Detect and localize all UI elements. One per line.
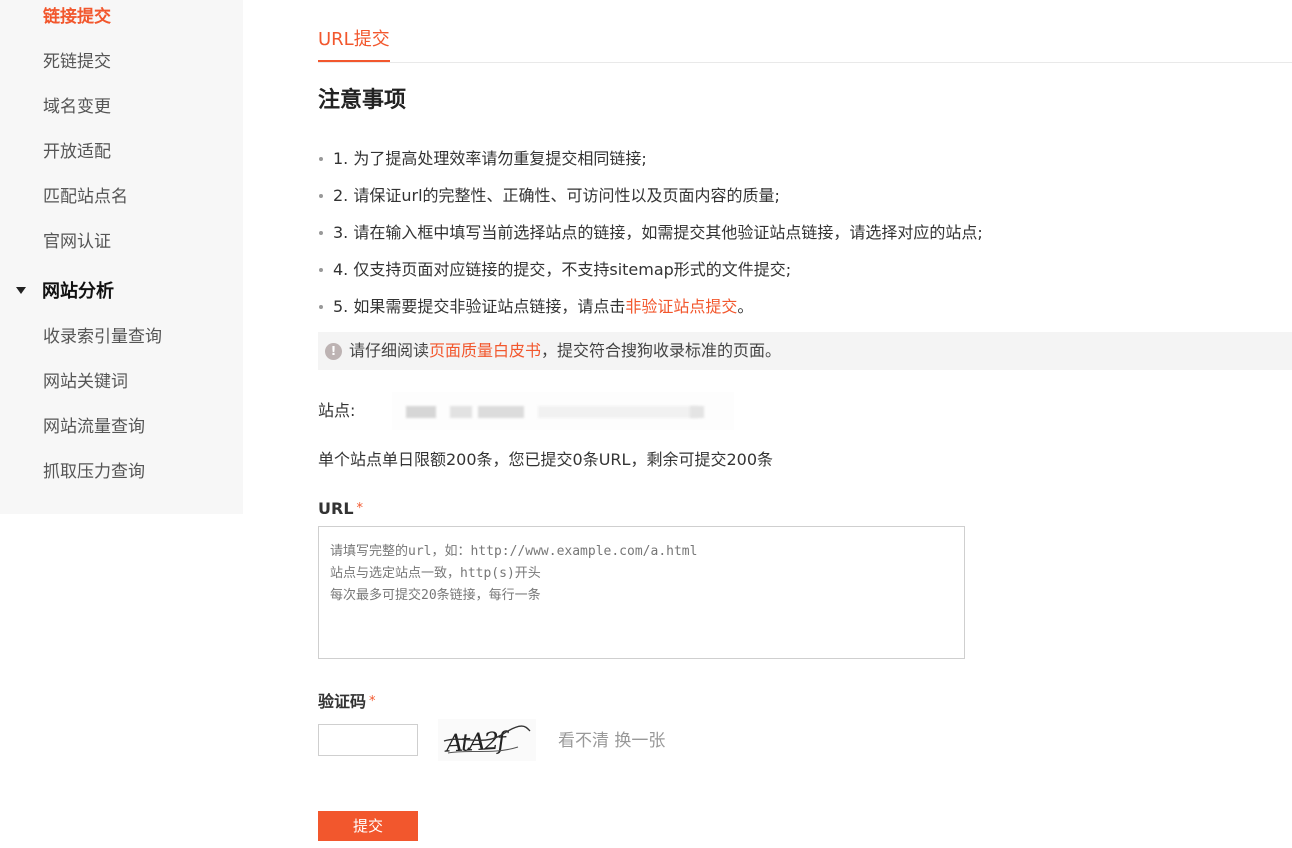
url-textarea[interactable] [330,541,953,644]
notice-item: 1. 为了提高处理效率请勿重复提交相同链接; [318,146,1292,183]
bullet-icon [319,305,323,309]
sidebar-group-site-analysis[interactable]: 网站分析 [16,280,114,304]
sidebar-item-open-adapt[interactable]: 开放适配 [43,140,111,164]
sidebar-item-crawl-pressure[interactable]: 抓取压力查询 [43,460,145,484]
sidebar-item-traffic-query[interactable]: 网站流量查询 [43,415,145,439]
redacted-block [450,406,472,418]
notice-text: 3. 请在输入框中填写当前选择站点的链接，如需提交其他验证站点链接，请选择对应的… [333,223,983,242]
quality-whitepaper-link[interactable]: 页面质量白皮书 [429,341,541,360]
redacted-block [538,406,698,418]
submit-button[interactable]: 提交 [318,811,418,841]
site-selector-redacted[interactable] [392,392,734,430]
sidebar: 链接提交 死链提交 域名变更 开放适配 匹配站点名 官网认证 网站分析 收录索引… [0,0,243,514]
bullet-icon [319,268,323,272]
notice-list: 1. 为了提高处理效率请勿重复提交相同链接; 2. 请保证url的完整性、正确性… [318,146,1292,331]
sidebar-item-keywords[interactable]: 网站关键词 [43,370,128,394]
notice-item: 2. 请保证url的完整性、正确性、可访问性以及页面内容的质量; [318,183,1292,220]
notice-text: 2. 请保证url的完整性、正确性、可访问性以及页面内容的质量; [333,186,780,205]
tab-url-submit[interactable]: URL提交 [318,28,390,62]
sidebar-item-domain-change[interactable]: 域名变更 [43,95,111,119]
quota-text: 单个站点单日限额200条，您已提交0条URL，剩余可提交200条 [318,450,774,469]
notice-item: 5. 如果需要提交非验证站点链接，请点击非验证站点提交。 [318,294,1292,331]
warning-icon: ! [325,343,342,360]
captcha-field-label: 验证码 * [318,690,376,714]
captcha-refresh-link[interactable]: 看不清 换一张 [558,728,665,754]
notice-text: 5. 如果需要提交非验证站点链接，请点击 [333,297,626,316]
notice-item: 4. 仅支持页面对应链接的提交，不支持sitemap形式的文件提交; [318,257,1292,294]
tip-bar: ! 请仔细阅读页面质量白皮书，提交符合搜狗收录标准的页面。 [318,332,1292,370]
sidebar-item-match-site-name[interactable]: 匹配站点名 [43,185,128,209]
url-label-text: URL [318,499,354,518]
tip-text: 请仔细阅读 [349,341,430,360]
redacted-block [406,406,436,418]
required-mark: * [369,694,376,709]
tip-text-suffix: ，提交符合搜狗收录标准的页面。 [541,341,782,360]
captcha-graphic: AtA2f [443,725,531,758]
required-mark: * [356,501,364,516]
url-field-label: URL * [318,497,363,521]
notice-title: 注意事项 [318,88,407,113]
caret-down-icon [16,286,26,294]
bullet-icon [319,157,323,161]
notice-item: 3. 请在输入框中填写当前选择站点的链接，如需提交其他验证站点链接，请选择对应的… [318,220,1292,257]
url-textarea-wrapper [318,526,965,659]
redacted-block [478,406,524,418]
notice-text: 1. 为了提高处理效率请勿重复提交相同链接; [333,149,647,168]
captcha-image[interactable]: AtA2f [438,719,536,761]
sidebar-group-label: 网站分析 [42,281,114,302]
captcha-text: AtA2f [443,726,511,757]
notice-text-suffix: 。 [737,297,754,316]
bullet-icon [319,231,323,235]
sidebar-item-dead-link-submit[interactable]: 死链提交 [43,50,111,74]
unverified-site-submit-link[interactable]: 非验证站点提交 [625,297,737,316]
captcha-label-text: 验证码 [318,692,367,711]
notice-text: 4. 仅支持页面对应链接的提交，不支持sitemap形式的文件提交; [333,260,792,279]
main-content: URL提交 注意事项 1. 为了提高处理效率请勿重复提交相同链接; 2. 请保证… [318,0,1292,848]
sidebar-item-official-cert[interactable]: 官网认证 [43,230,111,254]
bullet-icon [319,194,323,198]
tab-bar: URL提交 [318,0,1292,63]
sidebar-item-link-submit[interactable]: 链接提交 [43,5,111,29]
site-label: 站点: [318,401,356,420]
captcha-input[interactable] [318,724,418,756]
redacted-block [690,406,704,418]
sidebar-item-index-query[interactable]: 收录索引量查询 [43,325,162,349]
